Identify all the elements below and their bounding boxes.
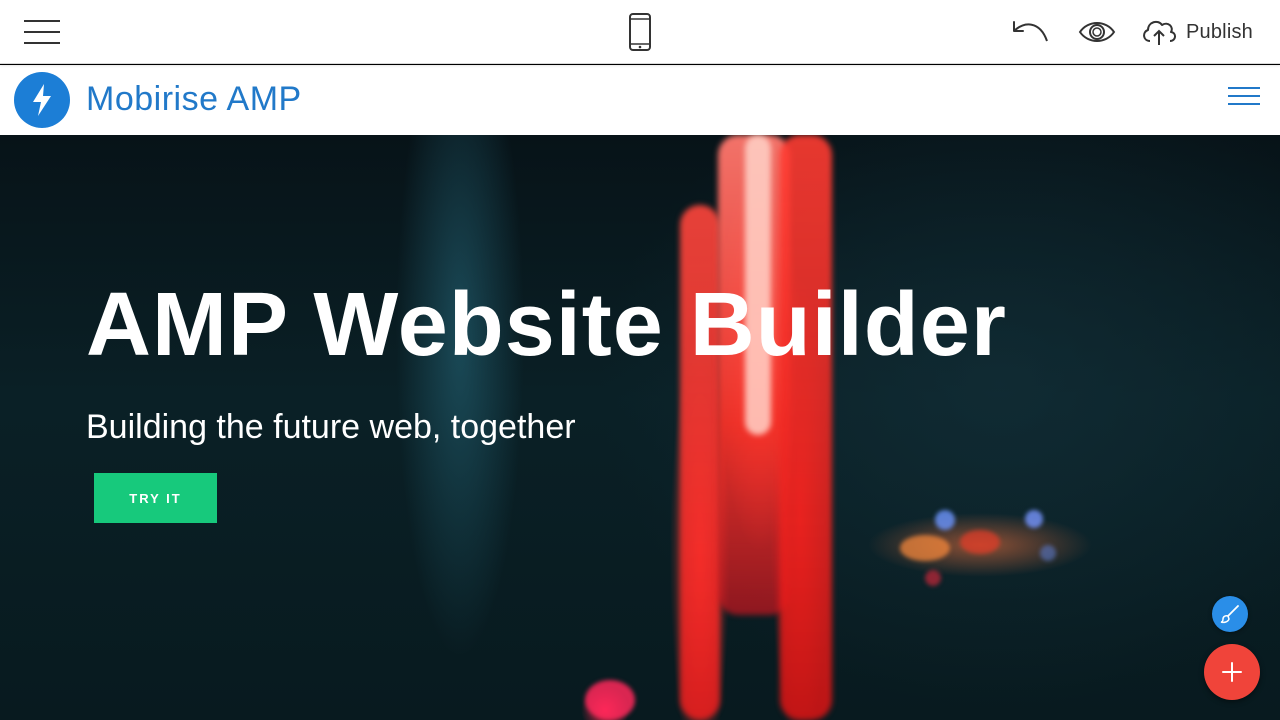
publish-button[interactable]: Publish: [1140, 12, 1264, 52]
cloud-upload-icon: [1143, 20, 1176, 45]
mobile-phone-icon: [629, 13, 651, 51]
brand-logo[interactable]: [14, 72, 70, 128]
undo-icon: [1013, 21, 1048, 42]
plus-icon: [1222, 662, 1242, 682]
editor-toolbar: Publish: [0, 0, 1280, 64]
background-bokeh: [900, 535, 950, 561]
background-bokeh: [925, 570, 941, 586]
hero-title: AMP Website Builder: [86, 275, 1007, 375]
mobile-view-button[interactable]: [620, 10, 660, 54]
try-it-button[interactable]: TRY IT: [94, 473, 217, 523]
undo-button[interactable]: [1006, 14, 1054, 50]
publish-label: Publish: [1186, 20, 1253, 43]
background-bokeh: [1040, 545, 1056, 561]
lightning-bolt-icon: [33, 84, 51, 116]
hamburger-menu-icon: [24, 20, 60, 44]
background-bokeh: [1025, 510, 1043, 528]
site-navbar: Mobirise AMP: [0, 65, 1280, 135]
brand-name[interactable]: Mobirise AMP: [86, 79, 302, 119]
hamburger-menu-icon: [1228, 87, 1260, 105]
hero-section: AMP Website Builder Building the future …: [0, 135, 1280, 720]
preview-button[interactable]: [1074, 14, 1120, 50]
brush-icon: [1220, 605, 1239, 624]
site-menu-button[interactable]: [1228, 85, 1268, 115]
background-bokeh: [960, 530, 1000, 554]
hero-subtitle: Building the future web, together: [86, 408, 576, 446]
add-block-button[interactable]: [1204, 644, 1260, 700]
background-bokeh: [935, 510, 955, 530]
editor-menu-button[interactable]: [18, 12, 66, 52]
edit-styles-button[interactable]: [1212, 596, 1248, 632]
background-bokeh: [585, 680, 635, 720]
eye-icon: [1078, 22, 1116, 42]
background-light-streak: [780, 135, 832, 720]
